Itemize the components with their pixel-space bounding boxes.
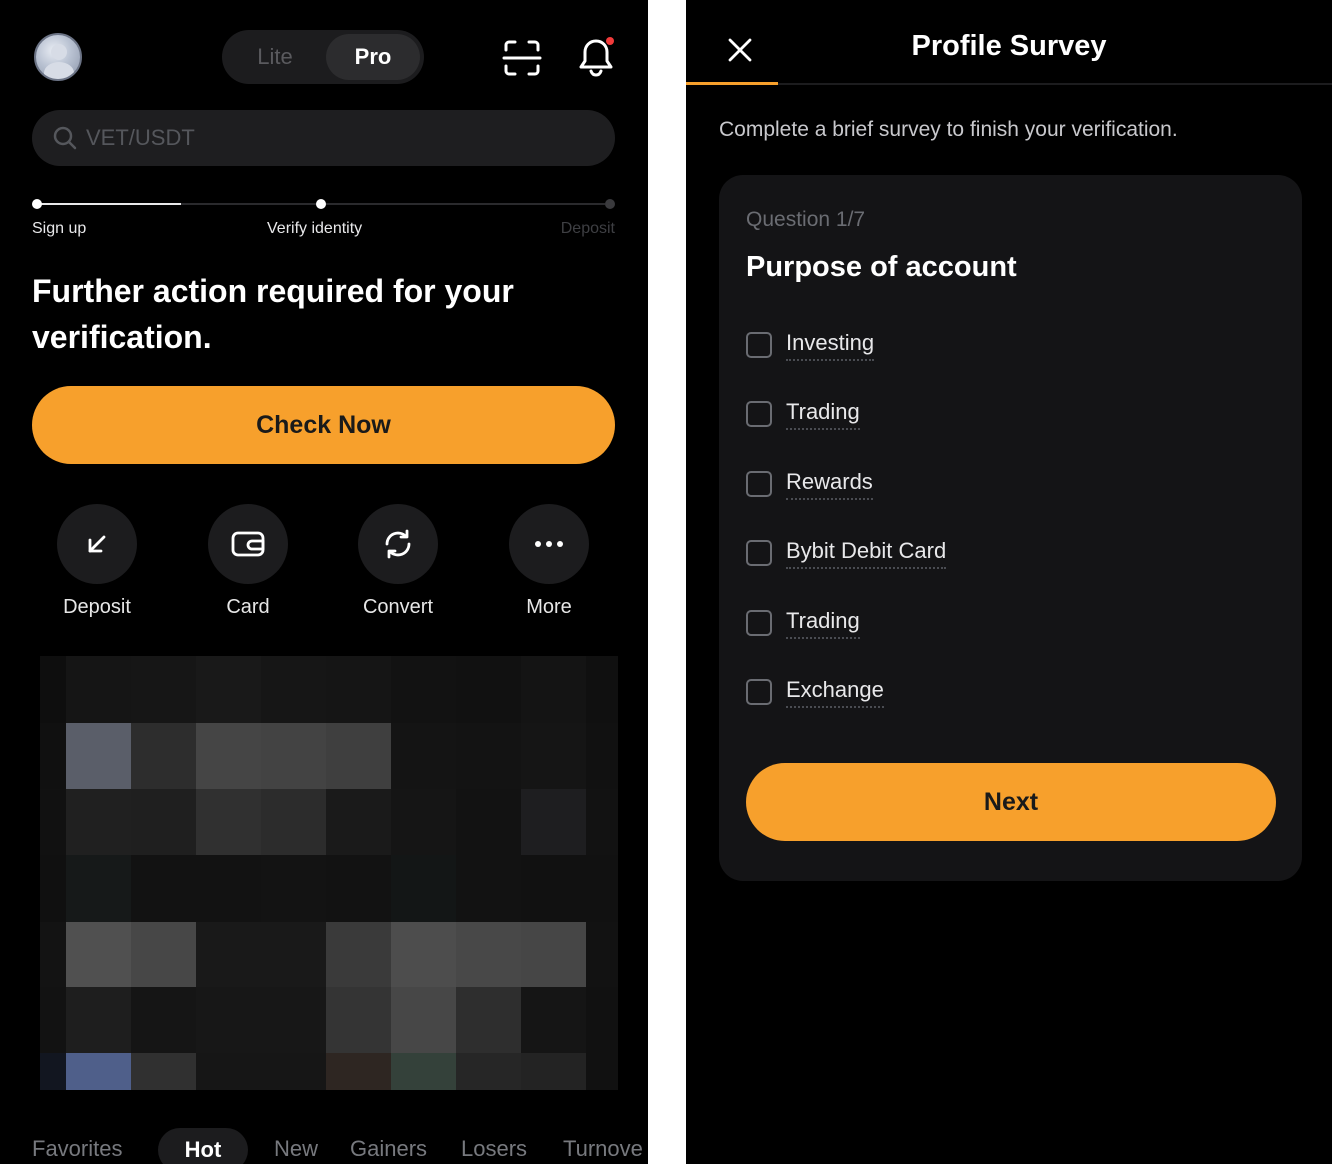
- home-screen: Lite Pro VET/USDT Sign up Verify identit…: [0, 0, 648, 1164]
- survey-progress-bar: [686, 82, 778, 85]
- search-icon: [53, 126, 77, 150]
- header-divider: [686, 83, 1332, 85]
- option-investing[interactable]: Investing: [746, 325, 875, 365]
- checkbox[interactable]: [746, 679, 772, 705]
- deposit-label: Deposit: [63, 596, 131, 618]
- bell-icon[interactable]: [574, 34, 618, 78]
- tab-turnover[interactable]: Turnove: [563, 1136, 643, 1162]
- tab-new[interactable]: New: [274, 1136, 318, 1162]
- option-trading-2[interactable]: Trading: [746, 603, 860, 643]
- option-label: Exchange: [786, 677, 884, 708]
- option-trading[interactable]: Trading: [746, 394, 860, 434]
- mode-lite-option[interactable]: Lite: [226, 34, 324, 80]
- option-label: Bybit Debit Card: [786, 538, 947, 569]
- avatar[interactable]: [34, 33, 82, 81]
- pixelated-content: [40, 656, 622, 1090]
- card-action[interactable]: Card: [188, 504, 308, 619]
- convert-label: Convert: [362, 596, 434, 618]
- wallet-card-icon: [208, 504, 288, 584]
- market-tabs: Favorites Hot New Gainers Losers Turnove: [0, 1128, 648, 1164]
- tab-hot[interactable]: Hot: [158, 1128, 248, 1164]
- step-label-verify: Verify identity: [267, 220, 363, 237]
- option-exchange[interactable]: Exchange: [746, 672, 884, 712]
- step-label-deposit: Deposit: [560, 220, 615, 237]
- option-label: Trading: [786, 608, 860, 639]
- step-dot-deposit: [605, 199, 615, 209]
- option-bybit-debit-card[interactable]: Bybit Debit Card: [746, 533, 947, 573]
- mode-toggle: Lite Pro: [222, 30, 424, 84]
- tab-losers[interactable]: Losers: [461, 1136, 527, 1162]
- more-action[interactable]: More: [489, 504, 609, 619]
- option-label: Investing: [786, 330, 875, 361]
- next-button[interactable]: Next: [746, 763, 1276, 841]
- page-title: Profile Survey: [911, 30, 1107, 62]
- step-dot-verify: [316, 199, 326, 209]
- verification-progress: Sign up Verify identity Deposit: [32, 196, 615, 240]
- mode-pro-option[interactable]: Pro: [326, 34, 420, 80]
- deposit-action[interactable]: Deposit: [37, 504, 157, 619]
- step-label-signup: Sign up: [32, 220, 87, 237]
- more-dots-icon: [509, 504, 589, 584]
- scan-icon[interactable]: [500, 36, 544, 80]
- option-rewards[interactable]: Rewards: [746, 464, 873, 504]
- card-label: Card: [226, 596, 270, 618]
- checkbox[interactable]: [746, 332, 772, 358]
- search-input[interactable]: VET/USDT: [32, 110, 615, 166]
- question-number: Question 1/7: [746, 208, 866, 231]
- question-title: Purpose of account: [746, 251, 1017, 283]
- tab-favorites[interactable]: Favorites: [32, 1136, 122, 1162]
- checkbox[interactable]: [746, 401, 772, 427]
- search-placeholder: VET/USDT: [86, 125, 195, 150]
- tab-gainers[interactable]: Gainers: [350, 1136, 427, 1162]
- checkbox[interactable]: [746, 610, 772, 636]
- survey-intro: Complete a brief survey to finish your v…: [719, 118, 1178, 141]
- verification-headline: Further action required for your verific…: [32, 273, 514, 355]
- convert-icon: [358, 504, 438, 584]
- more-label: More: [526, 596, 572, 618]
- option-label: Trading: [786, 399, 860, 430]
- convert-action[interactable]: Convert: [338, 504, 458, 619]
- check-now-button[interactable]: Check Now: [32, 386, 615, 464]
- notification-dot: [606, 37, 614, 45]
- profile-survey-screen: Profile Survey Complete a brief survey t…: [686, 0, 1332, 1164]
- question-card: Question 1/7 Purpose of account Investin…: [719, 175, 1302, 881]
- checkbox[interactable]: [746, 471, 772, 497]
- arrow-down-left-icon: [57, 504, 137, 584]
- checkbox[interactable]: [746, 540, 772, 566]
- option-label: Rewards: [786, 469, 873, 500]
- step-dot-signup: [32, 199, 42, 209]
